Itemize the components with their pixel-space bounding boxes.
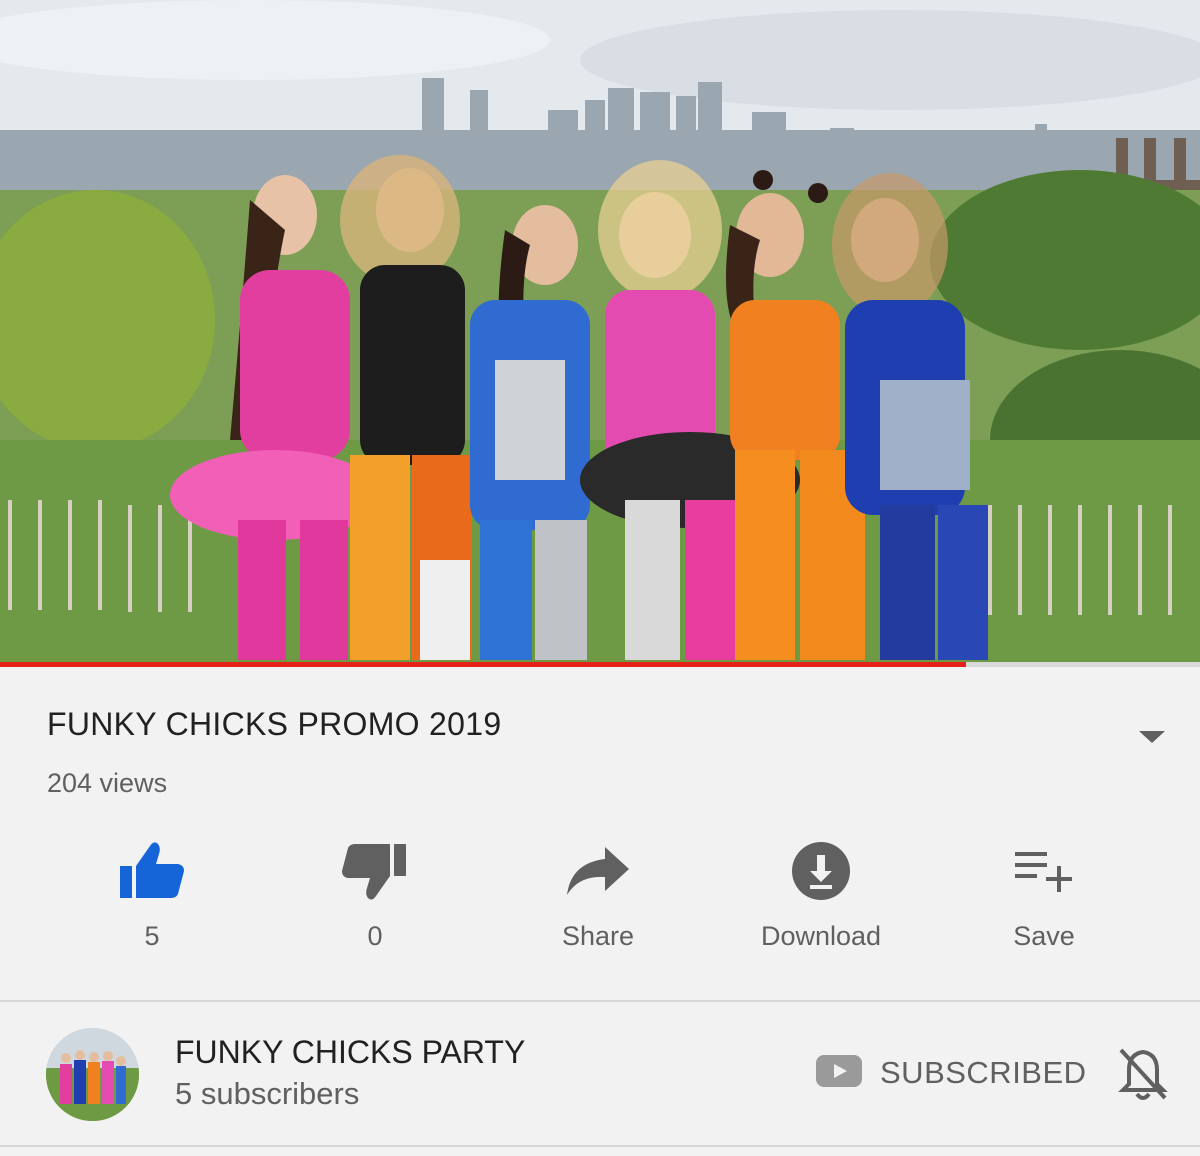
subscribed-label: SUBSCRIBED: [880, 1055, 1087, 1090]
like-count: 5: [144, 921, 160, 951]
youtube-logo-icon: [816, 1054, 862, 1092]
dislike-button[interactable]: 0: [275, 835, 475, 960]
section-divider: [0, 1000, 1200, 1002]
video-title: FUNKY CHICKS PROMO 2019: [47, 706, 502, 742]
share-label: Share: [561, 921, 635, 951]
progress-bar[interactable]: [0, 662, 1200, 667]
dislike-count: 0: [367, 921, 383, 951]
channel-avatar[interactable]: [46, 1028, 139, 1121]
bottom-divider: [0, 1145, 1200, 1147]
thumbs-up-icon: [118, 835, 186, 907]
share-arrow-icon: [565, 835, 631, 907]
like-button[interactable]: 5: [52, 835, 252, 960]
video-watch-page: FUNKY CHICKS PROMO 2019 204 views 5 0 Sh…: [0, 0, 1200, 1156]
video-frame-image: [0, 0, 1200, 662]
download-button[interactable]: Download: [721, 835, 921, 960]
download-label: Download: [760, 921, 882, 951]
video-player[interactable]: [0, 0, 1200, 662]
subscribed-button[interactable]: SUBSCRIBED: [816, 1050, 1087, 1096]
playlist-add-icon: [1013, 835, 1075, 907]
thumbs-down-icon: [342, 835, 408, 907]
download-circle-icon: [791, 835, 851, 907]
channel-name[interactable]: FUNKY CHICKS PARTY: [175, 1034, 525, 1071]
progress-bar-fill: [0, 662, 966, 667]
chevron-down-icon[interactable]: [1132, 722, 1172, 752]
view-count: 204 views: [47, 768, 168, 798]
action-bar: 5 0 Share Download Save: [0, 835, 1200, 965]
share-button[interactable]: Share: [498, 835, 698, 960]
bell-off-icon[interactable]: [1114, 1044, 1172, 1104]
subscriber-count: 5 subscribers: [175, 1076, 360, 1111]
save-button[interactable]: Save: [944, 835, 1144, 960]
save-label: Save: [1013, 921, 1075, 951]
